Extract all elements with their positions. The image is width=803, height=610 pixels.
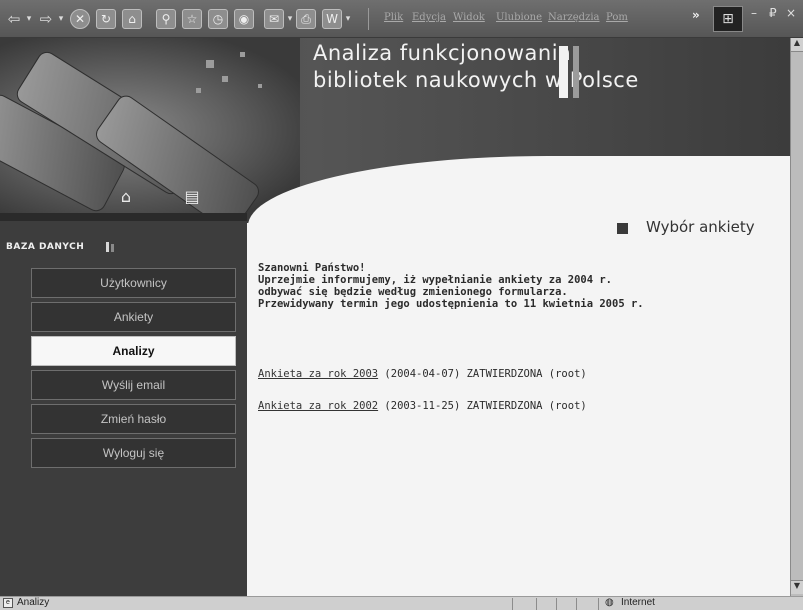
sidebar-heading: BAZA DANYCH <box>6 242 85 252</box>
notice-text: Szanowni Państwo! Uprzejmie informujemy,… <box>258 262 644 310</box>
status-pane <box>598 598 599 610</box>
decor-square <box>196 88 201 93</box>
mail-dropdown-icon[interactable]: ▾ <box>286 10 294 28</box>
survey-link-2002[interactable]: Ankieta za rok 2002 <box>258 400 378 412</box>
windows-logo-icon: ⊞ <box>713 6 743 32</box>
security-zone-text: Internet <box>621 597 655 608</box>
section-marker <box>617 223 628 234</box>
sidebar: ⌂ ▤ BAZA DANYCH Użytkownicy Ankiety Anal… <box>0 187 247 596</box>
status-pane <box>536 598 537 610</box>
site-title-line1: Analiza funkcjonowania <box>313 41 572 65</box>
restore-button[interactable]: ₽ <box>769 6 777 20</box>
menu-view[interactable]: Widok <box>453 12 485 23</box>
sidebar-item-surveys[interactable]: Ankiety <box>31 302 236 332</box>
status-pane <box>556 598 557 610</box>
menu-tools[interactable]: Narzędzia <box>548 12 600 23</box>
page-icon: e <box>3 598 13 608</box>
close-button[interactable]: × <box>786 6 796 20</box>
print-icon[interactable]: ⎙ <box>296 9 316 29</box>
edit-word-icon[interactable]: W <box>322 9 342 29</box>
decor-square <box>206 60 214 68</box>
sidebar-item-analyses[interactable]: Analizy <box>31 336 236 366</box>
toolbar-overflow-icon[interactable]: » <box>692 6 700 24</box>
sidebar-item-send-email[interactable]: Wyślij email <box>31 370 236 400</box>
search-icon[interactable]: ⚲ <box>156 9 176 29</box>
title-decor-bar <box>559 46 568 98</box>
toolbar-separator <box>368 8 369 30</box>
minimize-button[interactable]: – <box>751 6 757 20</box>
vertical-scrollbar[interactable]: ▲ ▼ <box>790 38 803 596</box>
status-text: Analizy <box>17 597 50 608</box>
decor-square <box>258 84 262 88</box>
edit-dropdown-icon[interactable]: ▾ <box>344 10 352 28</box>
survey-link-2003[interactable]: Ankieta za rok 2003 <box>258 368 378 380</box>
sidebar-item-change-password[interactable]: Zmień hasło <box>31 404 236 434</box>
site-title-line2: bibliotek naukowych w Polsce <box>313 68 639 92</box>
favorites-icon[interactable]: ☆ <box>182 9 202 29</box>
home-icon[interactable]: ⌂ <box>122 9 142 29</box>
survey-row: Ankieta za rok 2002 (2003-11-25) ZATWIER… <box>258 400 587 412</box>
scroll-down-icon[interactable]: ▼ <box>791 580 803 594</box>
sidebar-top-strip <box>0 213 247 221</box>
status-pane <box>512 598 513 610</box>
menu-favorites[interactable]: Ulubione <box>496 12 542 23</box>
internet-zone-icon: ◍ <box>605 597 614 608</box>
decor-square <box>240 52 245 57</box>
browser-toolbar: ⇦ ▾ ⇨ ▾ ✕ ↻ ⌂ ⚲ ☆ ◷ ◉ ✉ ▾ ⎙ W ▾ Plik Edy… <box>0 0 803 38</box>
document-edit-icon[interactable]: ▤ <box>183 187 201 206</box>
media-icon[interactable]: ◉ <box>234 9 254 29</box>
history-icon[interactable]: ◷ <box>208 9 228 29</box>
sidebar-item-users[interactable]: Użytkownicy <box>31 268 236 298</box>
survey-row: Ankieta za rok 2003 (2004-04-07) ZATWIER… <box>258 368 587 380</box>
page-viewport: Analiza funkcjonowania bibliotek naukowy… <box>0 38 790 596</box>
sidebar-top-icons: ⌂ ▤ <box>0 183 247 213</box>
status-bar: e Analizy ◍ Internet <box>0 596 803 610</box>
menu-file[interactable]: Plik <box>384 12 403 23</box>
survey-details: (2003-11-25) ZATWIERDZONA (root) <box>378 400 587 412</box>
forward-arrow-icon[interactable]: ⇨ <box>38 10 54 28</box>
refresh-icon[interactable]: ↻ <box>96 9 116 29</box>
scroll-up-icon[interactable]: ▲ <box>791 38 803 52</box>
decor-square <box>222 76 228 82</box>
site-title: Analiza funkcjonowania bibliotek naukowy… <box>313 40 639 94</box>
forward-dropdown-icon[interactable]: ▾ <box>56 10 66 28</box>
mail-icon[interactable]: ✉ <box>264 9 284 29</box>
heading-marker <box>106 242 109 252</box>
stop-icon[interactable]: ✕ <box>70 9 90 29</box>
menu-help[interactable]: Pom <box>606 12 628 23</box>
home-icon[interactable]: ⌂ <box>117 187 135 206</box>
back-dropdown-icon[interactable]: ▾ <box>24 10 34 28</box>
sidebar-item-logout[interactable]: Wyloguj się <box>31 438 236 468</box>
status-pane <box>576 598 577 610</box>
survey-details: (2004-04-07) ZATWIERDZONA (root) <box>378 368 587 380</box>
back-arrow-icon[interactable]: ⇦ <box>6 10 22 28</box>
menu-edit[interactable]: Edycja <box>412 12 446 23</box>
title-decor-bar <box>573 46 579 98</box>
section-title: Wybór ankiety <box>646 218 755 236</box>
heading-marker <box>111 244 114 252</box>
